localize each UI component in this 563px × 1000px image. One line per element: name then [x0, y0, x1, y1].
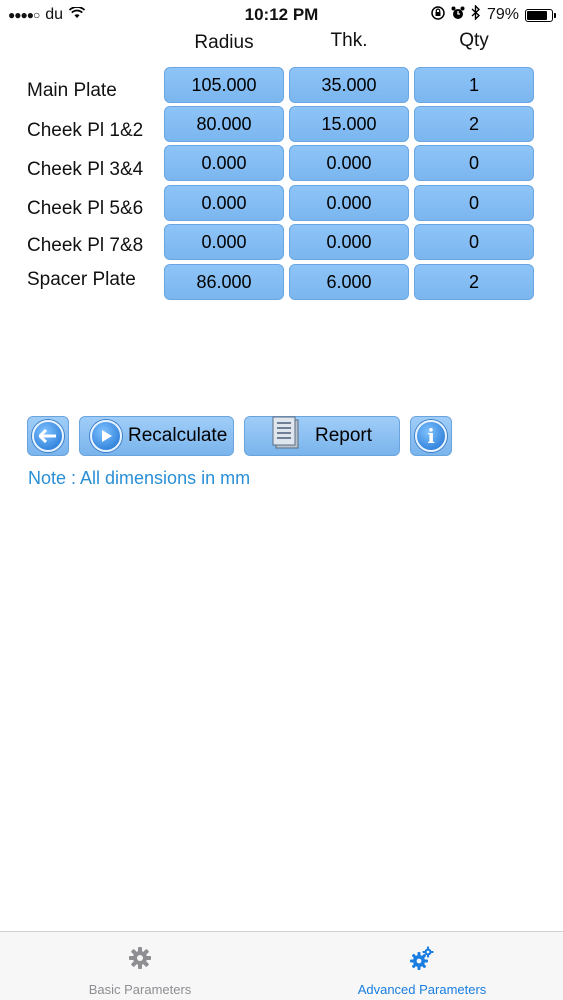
- cheek-7-8-thk-field[interactable]: 0.000: [289, 224, 409, 260]
- main-plate-qty-field[interactable]: 1: [414, 67, 534, 103]
- document-icon: [271, 416, 301, 456]
- tab-bar: Basic Parameters Advanced Parameters: [0, 931, 563, 1000]
- tab-advanced-parameters[interactable]: Advanced Parameters: [322, 932, 522, 1000]
- tab-advanced-parameters-label: Advanced Parameters: [357, 982, 487, 997]
- recalculate-label: Recalculate: [128, 425, 228, 446]
- column-header-radius: Radius: [194, 32, 254, 53]
- main-plate-radius-field[interactable]: 105.000: [164, 67, 284, 103]
- battery-icon: [525, 8, 556, 22]
- cheek-5-6-radius-field[interactable]: 0.000: [164, 185, 284, 221]
- recalculate-button[interactable]: Recalculate: [79, 416, 234, 456]
- cheek-3-4-radius-field[interactable]: 0.000: [164, 145, 284, 181]
- row-label-cheek-7-8: Cheek Pl 7&8: [27, 235, 144, 256]
- row-label-cheek-5-6: Cheek Pl 5&6: [27, 198, 144, 219]
- report-label: Report: [315, 425, 373, 446]
- play-icon: [90, 420, 122, 452]
- cheek-7-8-qty-field[interactable]: 0: [414, 224, 534, 260]
- rotation-lock-icon: [431, 5, 445, 25]
- row-label-cheek-1-2: Cheek Pl 1&2: [27, 120, 144, 141]
- main-plate-thk-field[interactable]: 35.000: [289, 67, 409, 103]
- cheek-7-8-radius-field[interactable]: 0.000: [164, 224, 284, 260]
- gears-icon: [409, 946, 435, 977]
- spacer-plate-radius-field[interactable]: 86.000: [164, 264, 284, 300]
- cheek-5-6-qty-field[interactable]: 0: [414, 185, 534, 221]
- info-icon: i: [415, 420, 447, 452]
- cheek-1-2-qty-field[interactable]: 2: [414, 106, 534, 142]
- tab-basic-parameters-label: Basic Parameters: [88, 982, 192, 997]
- alarm-icon: [451, 6, 465, 25]
- cheek-1-2-radius-field[interactable]: 80.000: [164, 106, 284, 142]
- dimensions-note: Note : All dimensions in mm: [28, 468, 251, 488]
- cheek-3-4-thk-field[interactable]: 0.000: [289, 145, 409, 181]
- spacer-plate-thk-field[interactable]: 6.000: [289, 264, 409, 300]
- cheek-3-4-qty-field[interactable]: 0: [414, 145, 534, 181]
- battery-percent: 79%: [486, 6, 519, 23]
- column-header-thk: Thk.: [330, 30, 368, 51]
- cheek-5-6-thk-field[interactable]: 0.000: [289, 185, 409, 221]
- tab-basic-parameters[interactable]: Basic Parameters: [40, 932, 240, 1000]
- report-button[interactable]: Report: [244, 416, 400, 456]
- bluetooth-icon: [471, 4, 481, 25]
- info-button[interactable]: i: [410, 416, 452, 456]
- row-label-main-plate: Main Plate: [27, 80, 117, 101]
- row-label-spacer-plate: Spacer Plate: [27, 269, 136, 290]
- status-right: 79%: [431, 4, 556, 25]
- gear-icon: [128, 946, 152, 975]
- row-label-cheek-3-4: Cheek Pl 3&4: [27, 159, 144, 180]
- back-button[interactable]: [27, 416, 69, 456]
- status-bar: ●●●●○ du 10:12 PM 79%: [0, 0, 563, 30]
- back-arrow-icon: [32, 420, 64, 452]
- cheek-1-2-thk-field[interactable]: 15.000: [289, 106, 409, 142]
- column-header-qty: Qty: [459, 30, 489, 51]
- spacer-plate-qty-field[interactable]: 2: [414, 264, 534, 300]
